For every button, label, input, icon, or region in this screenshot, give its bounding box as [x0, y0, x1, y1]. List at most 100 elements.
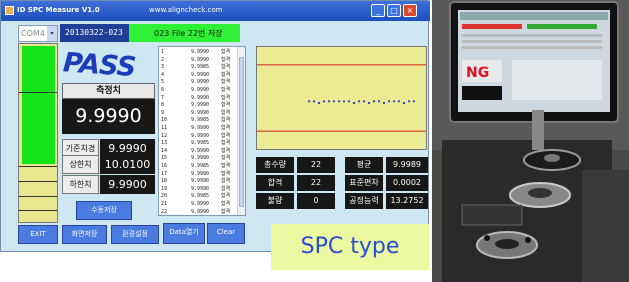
- minimize-icon[interactable]: _: [371, 4, 385, 17]
- data-point: [327, 100, 331, 103]
- list-item-result: 합격: [221, 49, 231, 55]
- clear-button[interactable]: Clear: [207, 223, 245, 244]
- list-item-value: 9.9985: [191, 193, 210, 200]
- list-item-index: 11: [161, 125, 168, 131]
- std-dev-label: 표준편차: [345, 175, 383, 191]
- lower-limit-mark: [19, 166, 57, 167]
- com-port-select[interactable]: COM4 ▾: [18, 25, 58, 42]
- device-photo: NG: [432, 0, 629, 282]
- list-item-result: 합격: [221, 132, 231, 139]
- list-item-result: 합격: [221, 109, 231, 116]
- list-item-index: 18: [161, 178, 168, 185]
- scale-line: [19, 210, 57, 211]
- upper-limit-label: 상한치: [62, 155, 99, 174]
- lower-limit-label: 하한치: [62, 175, 99, 194]
- data-point: [307, 100, 311, 103]
- list-item-value: 9.9990: [191, 170, 210, 177]
- device-photo-illustration: NG: [432, 0, 629, 282]
- list-item-result: 합격: [221, 102, 231, 109]
- mean-value: 9.9989: [386, 157, 428, 173]
- spc-app-window: ID SPC Measure V1.0 www.aligncheck.com _…: [0, 0, 430, 252]
- list-item-value: 9.9990: [191, 178, 210, 185]
- list-item-index: 14: [161, 147, 168, 154]
- data-point: [387, 100, 391, 103]
- list-item-index: 15: [161, 155, 168, 162]
- measurement-list[interactable]: 1 9.9990 합격 2 9.9990 합격 3 9.9985 합격 4 9.9990 합격 5 9.9…: [158, 46, 246, 216]
- pass-level-bar: [22, 46, 55, 164]
- list-item-index: 7: [161, 94, 165, 101]
- data-point: [332, 100, 336, 103]
- fail-count-label: 불량: [256, 193, 294, 209]
- chevron-down-icon[interactable]: ▾: [47, 26, 57, 41]
- list-item-result: 합격: [221, 125, 231, 131]
- scrollbar-thumb[interactable]: [239, 57, 244, 207]
- pass-count-label: 합격: [256, 175, 294, 191]
- list-item-value: 9.9985: [191, 163, 210, 169]
- list-item-index: 8: [161, 102, 165, 109]
- close-icon[interactable]: ×: [403, 4, 417, 17]
- data-point: [377, 100, 381, 103]
- list-item-value: 9.9990: [191, 79, 210, 86]
- list-item-index: 21: [161, 201, 168, 207]
- list-item-result: 합격: [221, 208, 231, 215]
- pass-count-value: 22: [297, 175, 335, 191]
- list-item-index: 9: [161, 109, 165, 116]
- scale-line: [19, 196, 57, 197]
- data-point: [322, 100, 326, 103]
- list-item-value: 9.9990: [191, 56, 210, 63]
- total-value: 22: [297, 157, 335, 173]
- list-item-value: 9.9990: [191, 147, 210, 154]
- com-port-value: COM4: [21, 29, 45, 38]
- list-item-result: 합격: [221, 117, 231, 124]
- trend-chart-svg: [257, 64, 426, 132]
- list-item-index: 10: [161, 117, 168, 124]
- app-icon: [5, 6, 14, 15]
- data-point: [372, 100, 376, 103]
- data-open-button[interactable]: Data열기: [163, 223, 205, 244]
- list-item-value: 9.9990: [191, 201, 210, 207]
- list-item-result: 합격: [221, 170, 231, 177]
- data-point: [412, 100, 416, 103]
- manual-save-button[interactable]: 수동저장: [76, 201, 132, 220]
- exit-button[interactable]: EXIT: [18, 225, 58, 244]
- data-point: [362, 100, 366, 103]
- data-point: [357, 100, 361, 103]
- list-item-result: 합격: [221, 87, 231, 93]
- list-item-result: 합격: [221, 185, 231, 192]
- list-item-result: 합격: [221, 94, 231, 101]
- list-item-result: 합격: [221, 79, 231, 86]
- list-item-index: 6: [161, 87, 165, 93]
- total-label: 총수량: [256, 157, 294, 173]
- list-item-value: 9.9990: [191, 132, 210, 139]
- data-point: [352, 101, 356, 105]
- list-item-value: 9.9985: [191, 140, 210, 147]
- settings-button[interactable]: 환경설정: [111, 225, 159, 244]
- list-item-value: 9.9990: [191, 208, 210, 215]
- list-item-value: 9.9990: [191, 109, 210, 116]
- window-title: ID SPC Measure V1.0: [17, 6, 100, 14]
- list-item-index: 17: [161, 170, 168, 177]
- screen-save-button[interactable]: 화면저장: [62, 225, 107, 244]
- list-item-result: 합격: [221, 201, 231, 207]
- list-item-value: 9.9985: [191, 64, 210, 71]
- fail-count-value: 0: [297, 193, 335, 209]
- list-item-value: 9.9990: [191, 155, 210, 162]
- list-scrollbar[interactable]: [237, 47, 245, 215]
- maximize-icon[interactable]: □: [387, 4, 401, 17]
- list-item-index: 19: [161, 185, 168, 192]
- list-item-index: 5: [161, 79, 165, 86]
- list-item-index: 2: [161, 56, 165, 63]
- list-item-result: 합격: [221, 193, 231, 200]
- list-item-value: 9.9990: [191, 49, 210, 55]
- list-item-value: 9.9990: [191, 102, 210, 109]
- upper-limit-value: 10.0100: [100, 155, 155, 174]
- window-url: www.aligncheck.com: [149, 6, 223, 14]
- data-point: [342, 100, 346, 103]
- data-point: [382, 101, 386, 105]
- data-point: [397, 100, 401, 103]
- list-item-index: 16: [161, 163, 168, 169]
- data-point: [402, 101, 406, 105]
- list-item-result: 합격: [221, 155, 231, 162]
- data-point: [337, 100, 341, 103]
- list-item-value: 9.9990: [191, 185, 210, 192]
